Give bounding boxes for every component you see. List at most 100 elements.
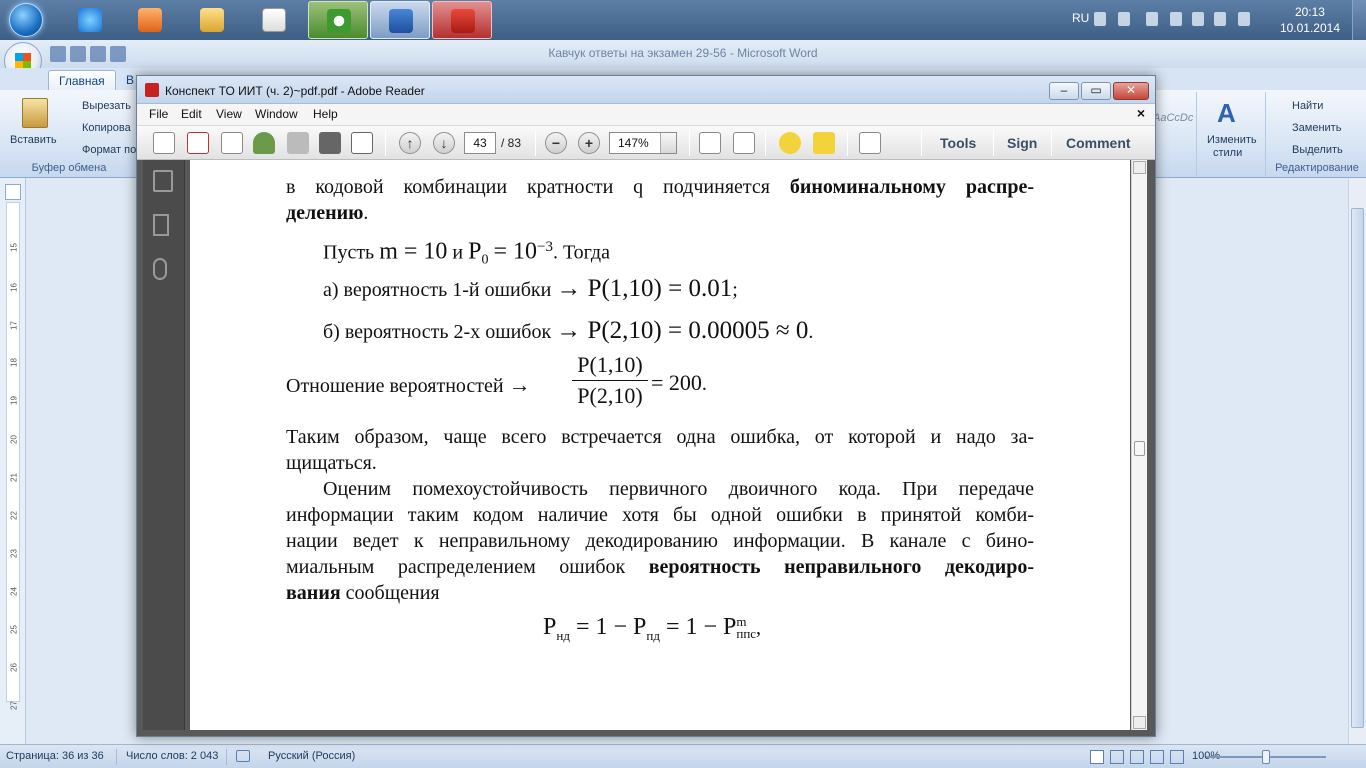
save-icon[interactable]: [287, 132, 309, 154]
formula-b: → P(2,10) = 0.00005 ≈ 0: [556, 317, 809, 344]
taskbar-utorrent[interactable]: [308, 1, 368, 39]
reader-window-title: Конспект ТО ИИТ (ч. 2)~pdf.pdf - Adobe R…: [165, 84, 425, 98]
format-painter-button[interactable]: Формат по: [82, 144, 136, 156]
outline-icon[interactable]: [1150, 750, 1164, 764]
action-center-icon[interactable]: [1238, 12, 1250, 26]
show-desktop-button[interactable]: [1352, 0, 1366, 40]
battery-icon[interactable]: [1146, 12, 1158, 26]
paste-icon[interactable]: [22, 98, 48, 128]
bookmarks-icon[interactable]: [153, 214, 169, 236]
zoom-out-icon[interactable]: −: [545, 132, 567, 154]
tab-home[interactable]: Главная: [48, 70, 116, 90]
status-language[interactable]: Русский (Россия): [268, 750, 355, 762]
print-layout-icon[interactable]: [1090, 750, 1104, 764]
language-indicator[interactable]: RU: [1072, 11, 1089, 25]
maximize-button[interactable]: ▭: [1081, 82, 1111, 100]
word-scrollbar[interactable]: [1348, 178, 1366, 744]
chevron-down-icon[interactable]: [660, 133, 676, 153]
expand-icon[interactable]: [859, 132, 881, 154]
minimize-button[interactable]: –: [1049, 82, 1079, 100]
doc-text: ,: [756, 617, 762, 639]
select-button[interactable]: Выделить: [1292, 144, 1343, 156]
doc-text: .: [701, 373, 707, 395]
network-icon[interactable]: [1214, 12, 1226, 26]
print-icon[interactable]: [319, 132, 341, 154]
scroll-up-icon[interactable]: [1133, 161, 1146, 174]
adobe-reader-icon: [451, 9, 475, 33]
undo-icon[interactable]: [70, 46, 86, 62]
word-scroll-thumb[interactable]: [1351, 208, 1364, 728]
menu-window[interactable]: Window: [255, 107, 298, 121]
print-icon[interactable]: [110, 46, 126, 62]
redo-icon[interactable]: [90, 46, 106, 62]
zoom-in-icon[interactable]: +: [578, 132, 600, 154]
doc-para1-line1: Таким образом, чаще всего встречается од…: [286, 426, 1034, 448]
highlight-icon[interactable]: [813, 132, 835, 154]
close-document-icon[interactable]: ×: [1137, 105, 1145, 121]
email-icon[interactable]: [351, 132, 373, 154]
reader-scrollbar[interactable]: [1131, 160, 1147, 730]
fit-width-icon[interactable]: [733, 132, 755, 154]
menu-file[interactable]: File: [149, 107, 168, 121]
attachment-icon[interactable]: [153, 258, 167, 280]
change-styles-label[interactable]: Изменить: [1207, 134, 1257, 146]
save-icon[interactable]: [50, 46, 66, 62]
page-thumbnails-icon[interactable]: [153, 170, 173, 192]
draft-icon[interactable]: [1170, 750, 1184, 764]
edit-icon[interactable]: [221, 132, 243, 154]
previous-page-icon[interactable]: ↑: [399, 132, 421, 154]
taskbar-adobe-reader[interactable]: [432, 1, 492, 39]
sticky-note-icon[interactable]: [779, 132, 801, 154]
scroll-down-icon[interactable]: [1133, 716, 1146, 729]
flag-icon[interactable]: [1094, 12, 1106, 26]
copy-button[interactable]: Копирова: [82, 122, 131, 134]
clock[interactable]: 20:13 10.01.2014: [1280, 4, 1340, 36]
sign-button[interactable]: Sign: [1007, 135, 1037, 151]
taskbar-ie[interactable]: [60, 1, 120, 39]
taskbar-solitaire[interactable]: [244, 1, 304, 39]
comment-button[interactable]: Comment: [1066, 135, 1131, 151]
fit-page-icon[interactable]: [699, 132, 721, 154]
ruler-strip: 15 16 17 18 19 20 21 22 23 24 25 26 27: [6, 202, 20, 710]
ruler-number: 22: [9, 511, 19, 520]
formula-eq: = 1 − P: [665, 614, 737, 640]
close-button[interactable]: ✕: [1113, 82, 1149, 100]
style-preview[interactable]: AaCcDc: [1153, 112, 1193, 124]
taskbar-media[interactable]: [120, 1, 180, 39]
reader-document-area: в кодовой комбинации кратности q подчиня…: [137, 160, 1155, 736]
taskbar-word[interactable]: [370, 1, 430, 39]
volume-icon[interactable]: [1192, 12, 1204, 26]
speaker-icon[interactable]: [1170, 12, 1182, 26]
create-pdf-icon[interactable]: [153, 132, 175, 154]
tab-selector[interactable]: [5, 184, 21, 200]
paste-button[interactable]: Вставить: [10, 134, 57, 146]
web-layout-icon[interactable]: [1130, 750, 1144, 764]
status-words[interactable]: Число слов: 2 043: [126, 750, 218, 762]
tools-button[interactable]: Tools: [940, 135, 976, 151]
zoom-select[interactable]: 147%: [609, 132, 677, 154]
reader-scroll-thumb[interactable]: [1134, 441, 1145, 456]
page-number-input[interactable]: 43: [464, 132, 496, 154]
menu-view[interactable]: View: [216, 107, 242, 121]
help-icon[interactable]: [1118, 12, 1130, 26]
doc-text: а) вероятность 1-й ошибки: [323, 279, 552, 301]
combine-icon[interactable]: [187, 132, 209, 154]
ruler-number: 25: [9, 625, 19, 634]
editing-group: Найти Заменить Выделить Редактирование: [1268, 92, 1366, 176]
cloud-upload-icon[interactable]: [253, 132, 275, 154]
replace-button[interactable]: Заменить: [1292, 122, 1341, 134]
start-button[interactable]: [2, 0, 50, 40]
styles-label[interactable]: стили: [1213, 147, 1242, 159]
find-button[interactable]: Найти: [1292, 100, 1323, 112]
status-page[interactable]: Страница: 36 из 36: [6, 750, 104, 762]
taskbar-explorer[interactable]: [182, 1, 242, 39]
cut-button[interactable]: Вырезать: [82, 100, 131, 112]
menu-edit[interactable]: Edit: [181, 107, 202, 121]
change-styles-icon[interactable]: A: [1217, 98, 1247, 128]
windows-logo-icon: [9, 3, 43, 37]
full-screen-icon[interactable]: [1110, 750, 1124, 764]
next-page-icon[interactable]: ↓: [433, 132, 455, 154]
zoom-slider-knob[interactable]: [1262, 750, 1270, 764]
menu-help[interactable]: Help: [313, 107, 338, 121]
spellcheck-icon[interactable]: [236, 750, 250, 762]
